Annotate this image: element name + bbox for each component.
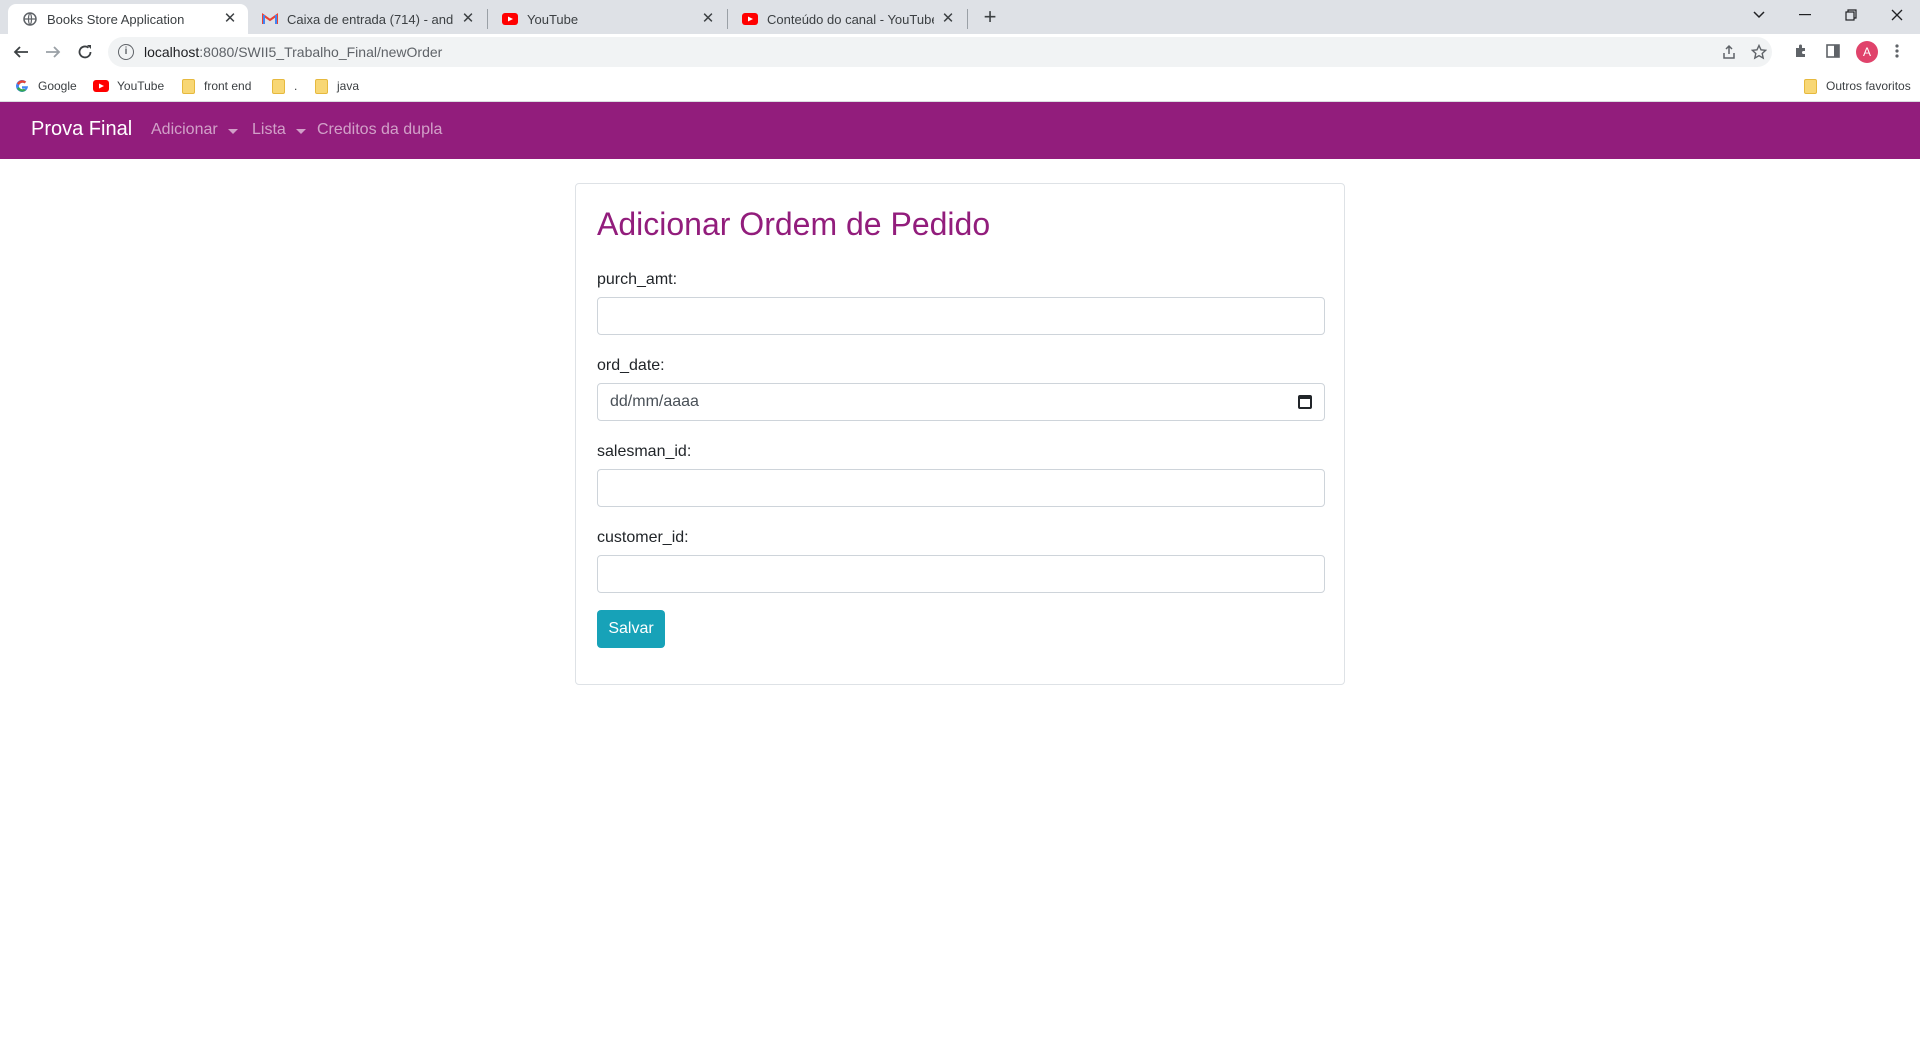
minimize-button[interactable] bbox=[1782, 0, 1828, 30]
customer-id-label: customer_id: bbox=[597, 529, 689, 546]
reload-button[interactable] bbox=[72, 39, 98, 65]
google-icon bbox=[14, 78, 30, 94]
close-icon[interactable]: ✕ bbox=[222, 11, 238, 27]
bookmark-label: Outros favoritos bbox=[1826, 79, 1911, 93]
close-icon[interactable]: ✕ bbox=[700, 11, 716, 27]
bookmark-dot[interactable]: . bbox=[270, 76, 297, 96]
bookmark-youtube[interactable]: YouTube bbox=[93, 76, 164, 96]
profile-avatar[interactable]: A bbox=[1856, 41, 1878, 63]
tab-gmail[interactable]: Caixa de entrada (714) - andreza ✕ bbox=[248, 4, 486, 34]
bookmark-label: java bbox=[337, 79, 360, 93]
forward-button[interactable] bbox=[40, 39, 66, 65]
calendar-icon[interactable] bbox=[1298, 395, 1312, 409]
salesman-id-label: salesman_id: bbox=[597, 443, 692, 460]
tab-title: Conteúdo do canal - YouTube St bbox=[767, 11, 934, 27]
address-bar[interactable]: i localhost:8080/SWII5_Trabalho_Final/ne… bbox=[108, 37, 1772, 67]
nav-link-label: Adicionar bbox=[151, 121, 218, 138]
tab-search-button[interactable] bbox=[1736, 0, 1782, 30]
ord-date-input[interactable]: dd/mm/aaaa bbox=[597, 383, 1325, 421]
nav-lista-dropdown[interactable]: Lista bbox=[252, 121, 306, 139]
save-button[interactable]: Salvar bbox=[597, 610, 665, 648]
bookmark-label: YouTube bbox=[117, 79, 165, 93]
gmail-icon bbox=[262, 11, 278, 27]
share-icon[interactable] bbox=[1720, 44, 1738, 62]
folder-icon bbox=[1802, 78, 1818, 94]
browser-tab-strip: Books Store Application ✕ Caixa de entra… bbox=[0, 0, 1920, 34]
bookmark-google[interactable]: Google bbox=[14, 76, 77, 96]
tab-separator bbox=[967, 9, 968, 29]
new-tab-button[interactable]: + bbox=[977, 6, 1003, 30]
bookmark-other-favorites[interactable]: Outros favoritos bbox=[1802, 76, 1911, 96]
restore-button[interactable] bbox=[1828, 0, 1874, 30]
tab-title: YouTube bbox=[527, 11, 579, 27]
page-title: Adicionar Ordem de Pedido bbox=[597, 206, 991, 242]
arrow-right-icon bbox=[46, 46, 61, 58]
close-icon[interactable]: ✕ bbox=[460, 11, 476, 27]
ord-date-label: ord_date: bbox=[597, 357, 665, 374]
minimize-icon bbox=[1799, 14, 1811, 16]
nav-creditos-link[interactable]: Creditos da dupla bbox=[317, 121, 442, 139]
youtube-icon bbox=[742, 11, 758, 27]
youtube-icon bbox=[502, 11, 518, 27]
nav-link-label: Lista bbox=[252, 121, 286, 138]
tab-youtube[interactable]: YouTube ✕ bbox=[488, 4, 726, 34]
tab-youtube-studio[interactable]: Conteúdo do canal - YouTube St ✕ bbox=[728, 4, 966, 34]
customer-id-input[interactable] bbox=[597, 555, 1325, 593]
navbar-brand[interactable]: Prova Final bbox=[31, 118, 132, 141]
bookmark-java[interactable]: java bbox=[313, 76, 359, 96]
nav-link-label: Creditos da dupla bbox=[317, 121, 443, 138]
browser-toolbar: i localhost:8080/SWII5_Trabalho_Final/ne… bbox=[0, 34, 1920, 70]
bookmark-label: front end bbox=[204, 79, 252, 93]
tab-title: Caixa de entrada (714) - andreza bbox=[287, 11, 454, 27]
caret-down-icon bbox=[295, 128, 306, 134]
url-host: localhost bbox=[144, 44, 200, 60]
tab-title: Books Store Application bbox=[47, 11, 185, 27]
youtube-icon bbox=[93, 78, 109, 94]
tab-books-store[interactable]: Books Store Application ✕ bbox=[8, 4, 248, 34]
folder-icon bbox=[180, 78, 196, 94]
close-window-button[interactable] bbox=[1874, 0, 1920, 30]
side-panel-icon[interactable] bbox=[1824, 43, 1842, 61]
star-icon[interactable] bbox=[1750, 43, 1768, 62]
app-navbar: Prova Final Adicionar Lista Creditos da … bbox=[0, 102, 1920, 159]
close-icon bbox=[1891, 9, 1903, 21]
chevron-down-icon bbox=[1753, 11, 1765, 19]
globe-icon bbox=[22, 11, 38, 27]
nav-adicionar-dropdown[interactable]: Adicionar bbox=[151, 121, 238, 139]
url-path: :8080/SWII5_Trabalho_Final/newOrder bbox=[199, 44, 443, 60]
folder-icon bbox=[270, 78, 286, 94]
folder-icon bbox=[313, 78, 329, 94]
restore-icon bbox=[1845, 9, 1857, 21]
extensions-icon[interactable] bbox=[1792, 43, 1810, 61]
arrow-left-icon bbox=[13, 46, 28, 58]
reload-icon bbox=[78, 45, 92, 59]
order-form-card: Adicionar Ordem de Pedido purch_amt: ord… bbox=[575, 183, 1345, 685]
close-icon[interactable]: ✕ bbox=[940, 11, 956, 27]
purch-amt-input[interactable] bbox=[597, 297, 1325, 335]
caret-down-icon bbox=[227, 128, 238, 134]
date-placeholder: dd/mm/aaaa bbox=[610, 393, 699, 410]
bookmark-front-end[interactable]: front end bbox=[180, 76, 251, 96]
purch-amt-label: purch_amt: bbox=[597, 271, 678, 288]
info-icon[interactable]: i bbox=[118, 44, 134, 60]
menu-dots-icon[interactable] bbox=[1888, 43, 1906, 61]
bookmark-label: Google bbox=[38, 79, 77, 93]
salesman-id-input[interactable] bbox=[597, 469, 1325, 507]
bookmark-label: . bbox=[294, 79, 298, 93]
back-button[interactable] bbox=[8, 39, 34, 65]
bookmarks-bar: Google YouTube front end . java Outros f… bbox=[0, 70, 1920, 102]
